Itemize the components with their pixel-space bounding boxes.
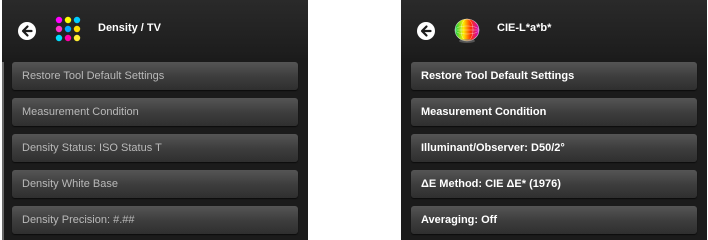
density-status-button[interactable]: Density Status: ISO Status T: [12, 134, 298, 162]
measurement-condition-button[interactable]: Measurement Condition: [12, 98, 298, 126]
density-white-base-button[interactable]: Density White Base: [12, 170, 298, 198]
illuminant-observer-button[interactable]: Illuminant/Observer: D50/2°: [411, 134, 697, 162]
back-button[interactable]: [417, 22, 435, 40]
delta-e-method-button[interactable]: ΔE Method: CIE ΔE* (1976): [411, 170, 697, 198]
averaging-button[interactable]: Averaging: Off: [411, 206, 697, 234]
back-arrow-icon: [420, 25, 432, 37]
back-arrow-icon: [21, 25, 33, 37]
panel-header: CIE-L*a*b*: [401, 0, 707, 58]
restore-defaults-button[interactable]: Restore Tool Default Settings: [411, 62, 697, 90]
panel-title: Density / TV: [98, 22, 161, 34]
cielab-tool-panel: CIE-L*a*b* Restore Tool Default Settings…: [401, 0, 707, 240]
density-precision-button[interactable]: Density Precision: #.##: [12, 206, 298, 234]
panel-header: Density / TV: [2, 0, 308, 58]
restore-defaults-button[interactable]: Restore Tool Default Settings: [12, 62, 298, 90]
measurement-condition-button[interactable]: Measurement Condition: [411, 98, 697, 126]
scroll-edge: [2, 62, 4, 240]
back-button[interactable]: [18, 22, 36, 40]
color-sphere-icon: [453, 16, 481, 44]
density-tool-panel: Density / TV Restore Tool Default Settin…: [2, 0, 308, 240]
density-dots-icon: [54, 16, 82, 44]
panel-title: CIE-L*a*b*: [497, 22, 552, 34]
